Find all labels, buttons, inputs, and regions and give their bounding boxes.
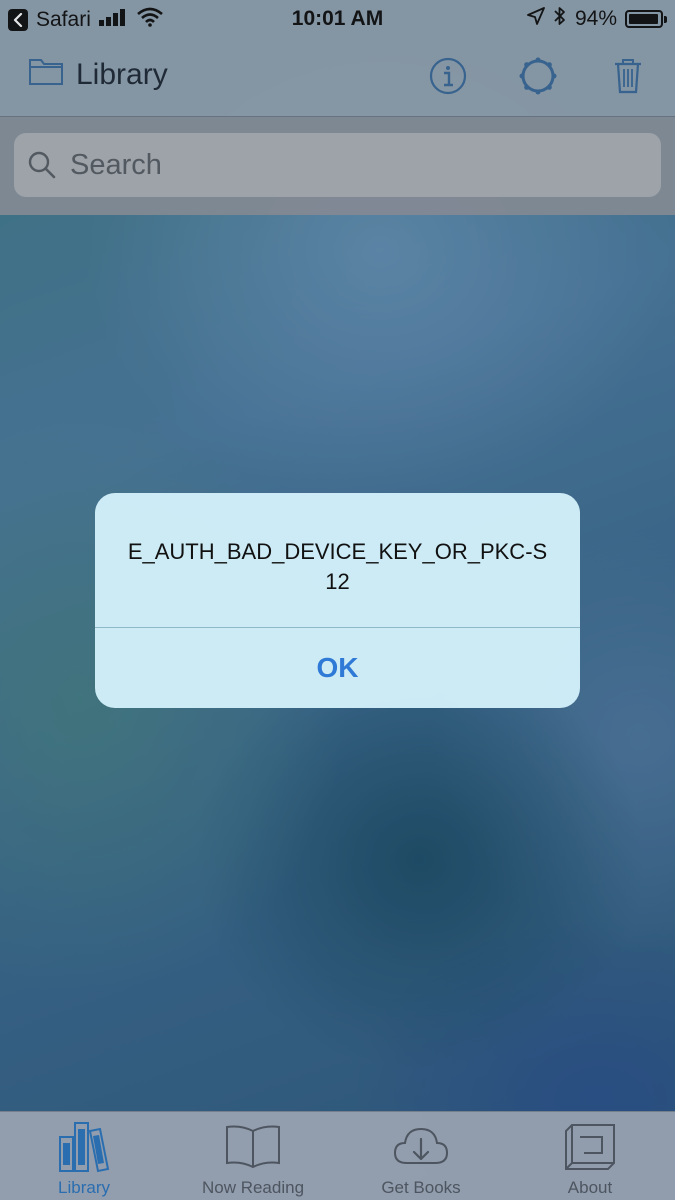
error-alert-dialog: E_AUTH_BAD_DEVICE_KEY_OR_PKC-S12 OK xyxy=(95,493,580,708)
cloud-download-icon xyxy=(391,1120,451,1174)
tab-library[interactable]: Library xyxy=(0,1112,168,1200)
about-icon xyxy=(562,1120,618,1174)
books-icon xyxy=(56,1120,112,1174)
tab-bar: Library Now Reading Get Books About xyxy=(0,1111,675,1200)
tab-label: Library xyxy=(58,1178,110,1197)
tab-label: Get Books xyxy=(381,1178,461,1197)
tab-get-books[interactable]: Get Books xyxy=(337,1112,505,1200)
tab-about[interactable]: About xyxy=(506,1112,674,1200)
alert-message: E_AUTH_BAD_DEVICE_KEY_OR_PKC-S12 xyxy=(127,539,548,594)
tab-now-reading[interactable]: Now Reading xyxy=(169,1112,337,1200)
tab-label: About xyxy=(567,1178,613,1197)
tab-label: Now Reading xyxy=(201,1178,305,1197)
open-book-icon xyxy=(223,1120,283,1174)
ok-button[interactable]: OK xyxy=(95,628,580,708)
screen: Safari 10:01 AM 94% Library Search E_AUT… xyxy=(0,0,675,1200)
